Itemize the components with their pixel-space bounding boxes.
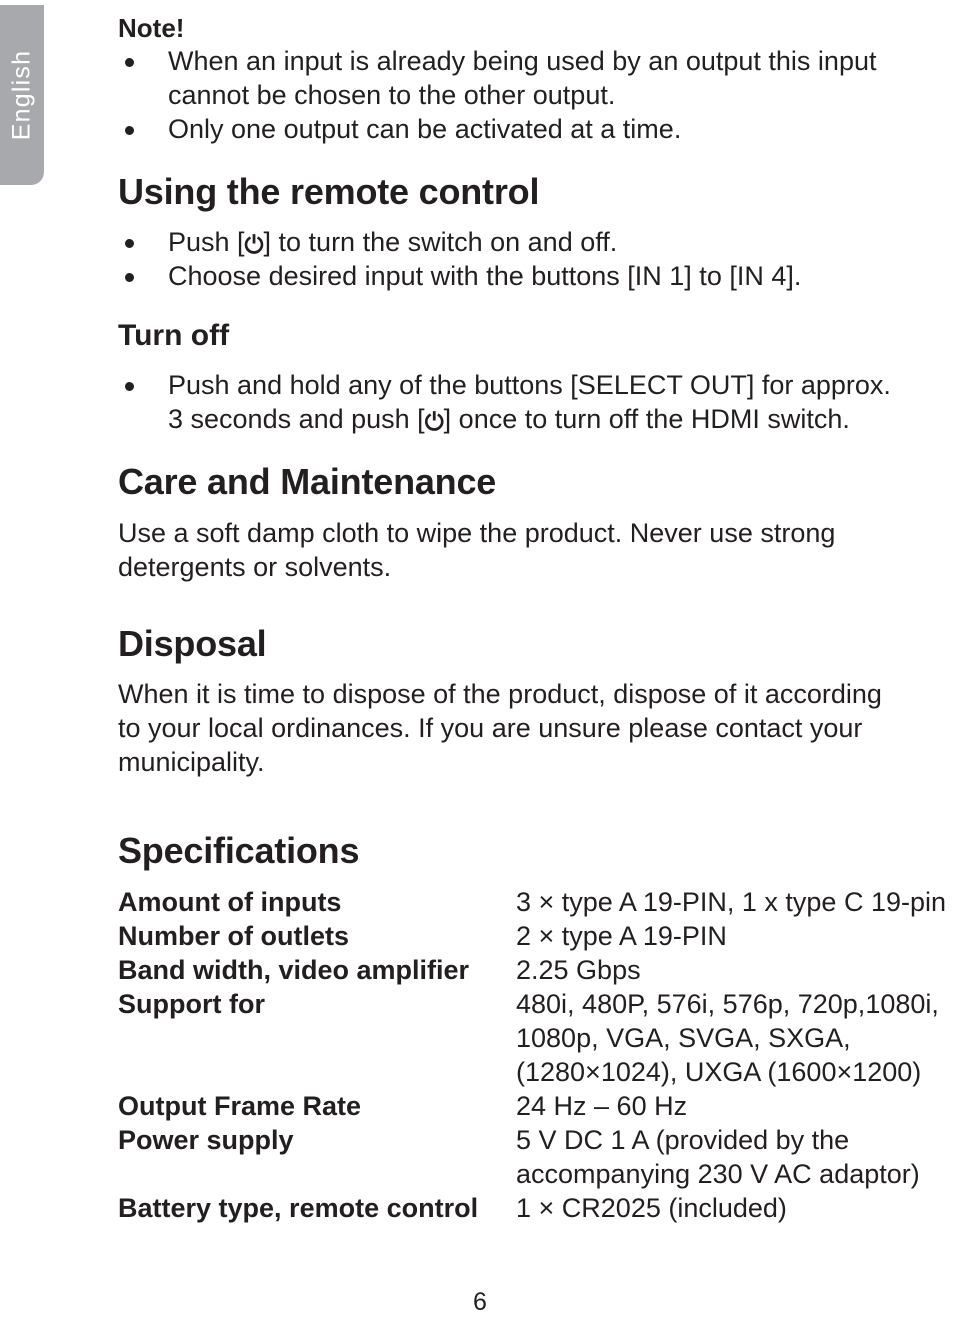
spec-label: Band width, video amplifier <box>118 954 470 985</box>
spacer-after-using-remote-heading <box>118 211 908 225</box>
spec-value: 1 × CR2025 (included) <box>516 1191 908 1225</box>
spec-value-line: (1280×1024), UXGA (1600×1200) <box>516 1056 922 1087</box>
list-item-text: When an input is already being used by a… <box>168 45 877 110</box>
spec-value-line: 5 V DC 1 A (provided by the <box>516 1124 850 1155</box>
language-tab: English <box>0 5 44 185</box>
list-item-text: Only one output can be activated at a ti… <box>168 113 682 144</box>
table-row: Band width, video amplifier 2.25 Gbps <box>118 953 908 987</box>
bullet-dot-icon <box>125 57 134 67</box>
spec-value: 3 × type A 19-PIN, 1 x type C 19-pin <box>516 885 946 919</box>
spec-value-line: accompanying 230 V AC adaptor) <box>516 1158 920 1189</box>
list-item-text-after: ] to turn the switch on and off. <box>263 227 618 258</box>
spec-label: Output Frame Rate <box>118 1090 362 1121</box>
specifications-heading: Specifications <box>118 830 360 872</box>
specifications-table: Amount of inputs 3 × type A 19-PIN, 1 x … <box>118 885 946 1225</box>
spec-value-line: 1 × CR2025 (included) <box>516 1192 787 1223</box>
spec-value: 480i, 480P, 576i, 576p, 720p,1080i, 1080… <box>516 987 939 1089</box>
turn-off-heading: Turn off <box>118 319 230 353</box>
spacer-after-turn-off <box>118 436 908 462</box>
table-row: Amount of inputs 3 × type A 19-PIN, 1 x … <box>118 885 946 919</box>
spec-value: 2.25 Gbps <box>516 953 908 987</box>
table-row: Output Frame Rate 24 Hz – 60 Hz <box>118 1089 908 1123</box>
list-item-text-after: ] once to turn off the HDMI switch. <box>443 403 850 434</box>
list-item-text-before: Push [ <box>168 227 245 258</box>
using-remote-heading: Using the remote control <box>118 170 540 212</box>
spec-value: 2 × type A 19-PIN <box>516 919 908 953</box>
spec-value-line: 1080p, VGA, SVGA, SXGA, <box>516 1022 851 1053</box>
page-number: 6 <box>473 1288 487 1316</box>
bullet-dot-icon <box>125 125 134 135</box>
list-item: Choose desired input with the buttons [I… <box>118 259 908 293</box>
bullet-dot-icon <box>125 273 134 283</box>
note-bullet-list: When an input is already being used by a… <box>118 44 908 146</box>
care-heading: Care and Maintenance <box>118 460 497 502</box>
spacer-after-care <box>118 584 908 624</box>
spec-value-line: 24 Hz – 60 Hz <box>516 1090 688 1121</box>
spacer-after-turn-off-heading <box>118 354 908 368</box>
page-content: Note! When an input is already being use… <box>118 0 946 1225</box>
spec-value: 24 Hz – 60 Hz <box>516 1089 908 1123</box>
table-row: Power supply 5 V DC 1 A (provided by the… <box>118 1123 920 1191</box>
using-remote-bullet-list: Push [⏻] to turn the switch on and off. … <box>118 225 908 293</box>
power-icon: ⏻ <box>424 408 444 436</box>
disposal-heading: Disposal <box>118 622 267 664</box>
disposal-body: When it is time to dispose of the produc… <box>118 679 882 778</box>
spacer-top <box>118 0 908 14</box>
turn-off-bullet-list: Push and hold any of the buttons [SELECT… <box>118 368 908 436</box>
spec-value: 5 V DC 1 A (provided by the accompanying… <box>516 1123 920 1191</box>
list-item: Only one output can be activated at a ti… <box>118 112 908 146</box>
power-icon: ⏻ <box>244 232 264 260</box>
table-row: Battery type, remote control 1 × CR2025 … <box>118 1191 908 1225</box>
spec-label: Power supply <box>118 1124 294 1155</box>
spec-value-line: 3 × type A 19-PIN, 1 x type C 19-pin <box>516 886 946 917</box>
spec-label: Number of outlets <box>118 920 350 951</box>
spec-value-line: 2.25 Gbps <box>516 954 641 985</box>
bullet-dot-icon <box>125 239 134 249</box>
table-row: Support for 480i, 480P, 576i, 576p, 720p… <box>118 987 939 1089</box>
spec-label: Amount of inputs <box>118 886 342 917</box>
list-item: Push and hold any of the buttons [SELECT… <box>118 368 908 436</box>
spacer-after-specifications-heading <box>118 871 908 885</box>
list-item-text: Choose desired input with the buttons [I… <box>168 261 802 292</box>
spec-label: Battery type, remote control <box>118 1192 479 1223</box>
spacer-after-care-heading <box>118 502 908 516</box>
spacer-after-note <box>118 146 908 172</box>
spacer-after-disposal <box>118 779 908 831</box>
list-item: When an input is already being used by a… <box>118 44 908 112</box>
note-heading: Note! <box>118 13 185 43</box>
spec-label: Support for <box>118 988 265 1019</box>
bullet-dot-icon <box>125 381 134 391</box>
spacer-after-using-remote <box>118 293 908 319</box>
table-row: Number of outlets 2 × type A 19-PIN <box>118 919 908 953</box>
spec-value-line: 480i, 480P, 576i, 576p, 720p,1080i, <box>516 988 939 1019</box>
spacer-after-disposal-heading <box>118 663 908 677</box>
language-tab-label: English <box>7 49 36 141</box>
specifications-table-body: Amount of inputs 3 × type A 19-PIN, 1 x … <box>118 885 946 1225</box>
spec-value-line: 2 × type A 19-PIN <box>516 920 727 951</box>
list-item: Push [⏻] to turn the switch on and off. <box>118 225 908 259</box>
care-body: Use a soft damp cloth to wipe the produc… <box>118 517 836 582</box>
